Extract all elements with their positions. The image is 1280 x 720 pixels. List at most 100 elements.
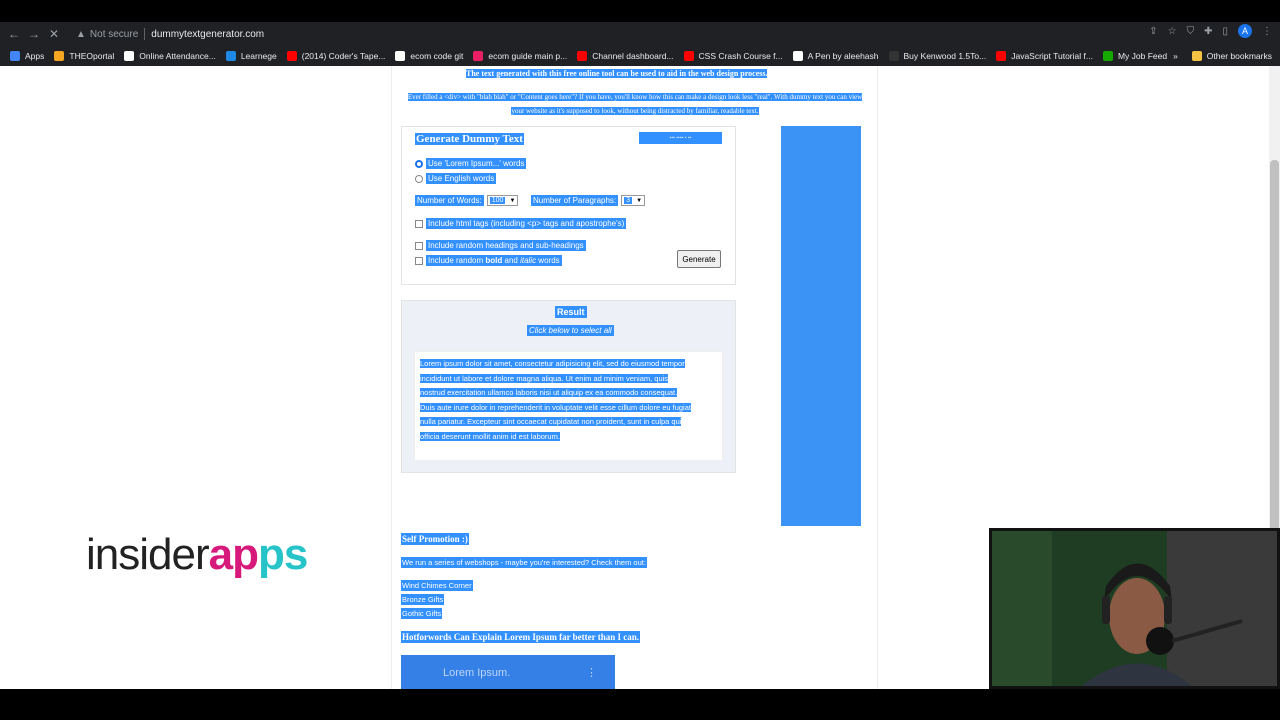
bookmark-favicon-icon — [683, 51, 694, 61]
result-title: Result — [555, 306, 587, 318]
forward-icon[interactable]: → — [24, 27, 44, 41]
intro-text: Ever filled a <div> with "blah blah" or … — [406, 90, 864, 118]
bookmark-item[interactable]: Channel dashboard... — [577, 51, 674, 61]
result-line: officia deserunt mollit anim id est labo… — [420, 431, 560, 441]
bookmark-item[interactable]: Apps — [10, 51, 44, 61]
bookmark-label: THEOportal — [69, 51, 115, 61]
words-value: 100 — [489, 197, 506, 204]
bookmark-item[interactable]: Buy Kenwood 1.5To... — [888, 51, 986, 61]
bookmark-label: Online Attendance... — [139, 51, 216, 61]
other-bookmarks[interactable]: Other bookmarks — [1207, 51, 1272, 61]
self-promo-text: We run a series of webshops - maybe you'… — [401, 557, 647, 568]
words-row: Number of Words: 100 ▼ — [415, 195, 519, 206]
chk-bold-i: italic — [520, 256, 537, 265]
video-title[interactable]: Lorem Ipsum. — [443, 667, 510, 679]
generate-button[interactable]: Generate — [677, 250, 721, 268]
chk-headings-label: Include random headings and sub-headings — [426, 240, 586, 251]
radio-lorem-row[interactable]: Use 'Lorem Ipsum...' words — [415, 158, 527, 169]
bookmark-label: Channel dashboard... — [592, 51, 674, 61]
words-select[interactable]: 100 ▼ — [486, 195, 519, 206]
bookmark-favicon-icon — [996, 51, 1007, 61]
insiderapps-logo: insiderapps — [86, 530, 308, 580]
bookmark-item[interactable]: Learnege — [225, 51, 277, 61]
divider — [144, 28, 146, 40]
more-bookmarks-icon[interactable]: » — [1173, 51, 1178, 61]
intro-text-content: Ever filled a <div> with "blah blah" or … — [407, 93, 863, 115]
chk-html[interactable] — [415, 219, 423, 228]
avatar[interactable]: A — [1238, 24, 1252, 38]
result-line: nostrud exercitation ullamco laboris nis… — [420, 388, 678, 398]
radio-english-label: Use English words — [426, 173, 497, 184]
generator-title: Generate Dummy Text — [415, 133, 524, 145]
side-ad-banner[interactable] — [781, 126, 861, 526]
result-text[interactable]: Lorem ipsum dolor sit amet, consectetur … — [420, 357, 718, 445]
bookmark-favicon-icon — [888, 51, 899, 61]
url-text[interactable]: dummytextgenerator.com — [151, 29, 264, 40]
bookmark-favicon-icon — [473, 51, 484, 61]
mini-ad[interactable]: ▪▪▪ ▪▪▪▪ ▪ ▪▪ — [639, 132, 722, 144]
bookmark-item[interactable]: (2014) Coder's Tape... — [286, 51, 385, 61]
self-promo-title: Self Promotion :) — [401, 533, 469, 545]
hotwords-heading: Hotforwords Can Explain Lorem Ipsum far … — [401, 631, 641, 643]
shield-icon[interactable]: ⛉ — [1187, 26, 1195, 37]
logo-part-a: insider — [86, 530, 210, 579]
share-icon[interactable]: ⇪ — [1149, 26, 1157, 37]
bookmark-label: CSS Crash Course f... — [698, 51, 783, 61]
bookmark-item[interactable]: ecom code git — [395, 51, 463, 61]
star-icon[interactable]: ☆ — [1168, 26, 1177, 37]
toolbar-actions: ⇪ ☆ ⛉ ✚ ▯ A ⋮ — [1149, 24, 1272, 38]
bookmark-favicon-icon — [54, 51, 65, 61]
chk-html-row[interactable]: Include html tags (including <p> tags an… — [415, 218, 627, 229]
chk-bold[interactable] — [415, 256, 423, 265]
back-icon[interactable]: ← — [4, 27, 24, 41]
bookmark-item[interactable]: JavaScript Tutorial f... — [996, 51, 1093, 61]
chevron-down-icon: ▼ — [636, 197, 643, 204]
shop-link-wind-chimes[interactable]: Wind Chimes Corner — [401, 580, 473, 591]
radio-english-row[interactable]: Use English words — [415, 173, 497, 184]
extensions-icon[interactable]: ✚ — [1204, 26, 1212, 37]
bookmark-item[interactable]: THEOportal — [54, 51, 114, 61]
chk-bold-pre: Include random — [428, 256, 486, 265]
chk-headings[interactable] — [415, 241, 423, 250]
result-line: Duis aute irure dolor in reprehenderit i… — [420, 402, 691, 412]
bookmark-label: ecom code git — [410, 51, 464, 61]
shop-link-gothic[interactable]: Gothic Gifts — [401, 608, 443, 619]
bookmark-item[interactable]: A Pen by aleehash — [792, 51, 879, 61]
bookmark-label: A Pen by aleehash — [807, 51, 879, 61]
radio-english[interactable] — [415, 174, 423, 183]
paragraphs-select[interactable]: 3 ▼ — [621, 195, 646, 206]
webcam-overlay — [989, 528, 1280, 689]
chevron-down-icon: ▼ — [509, 197, 516, 204]
shop-link-bronze[interactable]: Bronze Gifts — [401, 594, 445, 605]
chk-bold-mid: and — [502, 256, 521, 265]
bookmark-label: Learnege — [240, 51, 277, 61]
bookmark-favicon-icon — [225, 51, 236, 61]
bookmark-item[interactable]: CSS Crash Course f... — [683, 51, 783, 61]
address-bar[interactable]: ▲ Not secure dummytextgenerator.com — [70, 24, 1170, 44]
stop-icon[interactable]: ✕ — [44, 27, 64, 41]
security-status: Not secure — [89, 28, 139, 40]
bookmark-favicon-icon — [577, 51, 588, 61]
bookmark-item[interactable]: My Job Feed — [1102, 51, 1168, 61]
bookmark-favicon-icon — [10, 51, 20, 61]
bookmark-item[interactable]: ecom guide main p... — [473, 51, 567, 61]
chk-headings-row[interactable]: Include random headings and sub-headings — [415, 240, 586, 251]
sidebar-icon[interactable]: ▯ — [1222, 26, 1228, 37]
bookmarks-overflow: » Other bookmarks — [1173, 46, 1272, 66]
chk-bold-row[interactable]: Include random bold and italic words — [415, 255, 562, 266]
radio-lorem[interactable] — [415, 159, 423, 168]
bookmarks-bar: Apps THEOportal Online Attendance... Learne… — [0, 46, 1280, 66]
bookmark-favicon-icon — [286, 51, 297, 61]
chk-bold-post: words — [536, 256, 560, 265]
video-menu-icon[interactable]: ⋮ — [586, 666, 597, 679]
screen-bottom-bar — [0, 689, 1280, 720]
bookmark-favicon-icon — [124, 51, 135, 61]
bookmark-label: My Job Feed — [1117, 51, 1168, 61]
webcam-person-image — [992, 531, 1277, 686]
bookmark-item[interactable]: Online Attendance... — [124, 51, 216, 61]
chk-bold-label: Include random bold and italic words — [426, 255, 562, 266]
menu-icon[interactable]: ⋮ — [1262, 26, 1272, 37]
bookmark-label: Apps — [25, 51, 45, 61]
bookmark-label: ecom guide main p... — [488, 51, 568, 61]
result-line: Lorem ipsum dolor sit amet, consectetur … — [420, 359, 685, 368]
